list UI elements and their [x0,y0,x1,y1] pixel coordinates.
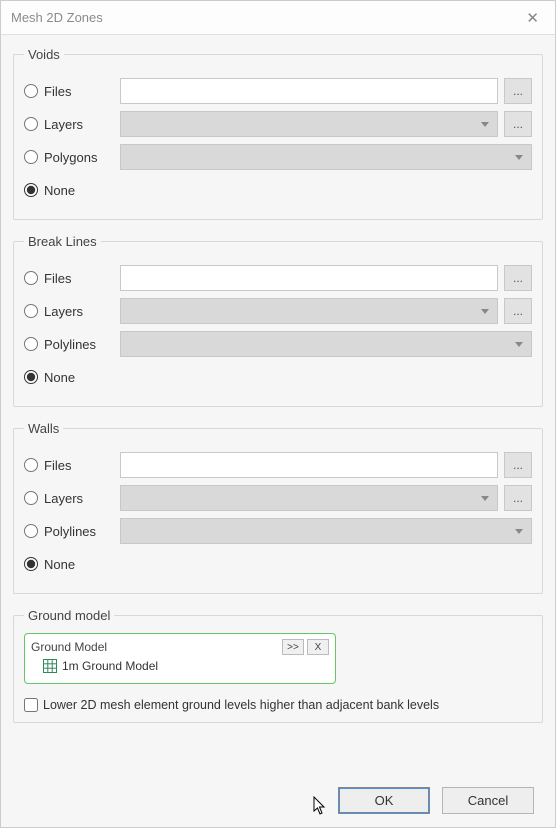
walls-none-radio[interactable]: None [24,557,114,572]
walls-group: Walls Files ... Layers ... Polylines [13,421,543,594]
title-bar: Mesh 2D Zones ✕ [1,1,555,35]
voids-none-label: None [44,183,75,198]
break-lines-files-browse-button[interactable]: ... [504,265,532,291]
voids-polygons-label: Polygons [44,150,97,165]
voids-files-browse-button[interactable]: ... [504,78,532,104]
ground-model-remove-button[interactable]: X [307,639,329,655]
ground-model-item[interactable]: 1m Ground Model [31,656,329,673]
voids-layers-browse-button[interactable]: ... [504,111,532,137]
voids-files-label: Files [44,84,71,99]
cancel-button[interactable]: Cancel [442,787,534,814]
break-lines-none-radio[interactable]: None [24,370,114,385]
break-lines-layers-radio[interactable]: Layers [24,304,114,319]
ground-model-legend: Ground model [24,608,114,623]
walls-polylines-radio[interactable]: Polylines [24,524,114,539]
voids-polygons-dropdown[interactable] [120,144,532,170]
voids-polygons-radio[interactable]: Polygons [24,150,114,165]
ellipsis-icon: ... [513,304,523,318]
break-lines-files-label: Files [44,271,71,286]
dialog-button-bar: OK Cancel [338,787,534,814]
ground-model-item-label: 1m Ground Model [62,659,158,673]
walls-legend: Walls [24,421,63,436]
walls-files-label: Files [44,458,71,473]
ellipsis-icon: ... [513,491,523,505]
cursor-icon [313,796,327,816]
break-lines-group: Break Lines Files ... Layers ... Polylin… [13,234,543,407]
voids-layers-label: Layers [44,117,83,132]
voids-files-input[interactable] [120,78,498,104]
walls-files-input[interactable] [120,452,498,478]
lower-levels-label: Lower 2D mesh element ground levels high… [43,698,439,712]
walls-files-radio[interactable]: Files [24,458,114,473]
voids-group: Voids Files ... Layers ... Polygons [13,47,543,220]
walls-none-label: None [44,557,75,572]
walls-layers-browse-button[interactable]: ... [504,485,532,511]
break-lines-layers-label: Layers [44,304,83,319]
ground-model-expand-button[interactable]: >> [282,639,304,655]
walls-polylines-label: Polylines [44,524,96,539]
ellipsis-icon: ... [513,84,523,98]
ellipsis-icon: ... [513,458,523,472]
voids-none-radio[interactable]: None [24,183,114,198]
ellipsis-icon: ... [513,117,523,131]
break-lines-layers-browse-button[interactable]: ... [504,298,532,324]
break-lines-legend: Break Lines [24,234,101,249]
voids-layers-radio[interactable]: Layers [24,117,114,132]
lower-levels-checkbox[interactable]: Lower 2D mesh element ground levels high… [24,698,532,712]
ellipsis-icon: ... [513,271,523,285]
voids-layers-dropdown[interactable] [120,111,498,137]
break-lines-files-input[interactable] [120,265,498,291]
voids-files-radio[interactable]: Files [24,84,114,99]
walls-layers-radio[interactable]: Layers [24,491,114,506]
break-lines-polylines-dropdown[interactable] [120,331,532,357]
ground-model-group: Ground model Ground Model >> X 1m Ground… [13,608,543,723]
ground-model-box: Ground Model >> X 1m Ground Model [24,633,336,684]
break-lines-none-label: None [44,370,75,385]
walls-layers-label: Layers [44,491,83,506]
ok-button[interactable]: OK [338,787,430,814]
break-lines-layers-dropdown[interactable] [120,298,498,324]
break-lines-files-radio[interactable]: Files [24,271,114,286]
grid-icon [43,659,57,673]
voids-legend: Voids [24,47,64,62]
walls-files-browse-button[interactable]: ... [504,452,532,478]
close-icon[interactable]: ✕ [520,6,545,30]
break-lines-polylines-label: Polylines [44,337,96,352]
walls-polylines-dropdown[interactable] [120,518,532,544]
dialog-title: Mesh 2D Zones [11,10,103,25]
ground-model-box-title: Ground Model [31,640,107,654]
break-lines-polylines-radio[interactable]: Polylines [24,337,114,352]
walls-layers-dropdown[interactable] [120,485,498,511]
